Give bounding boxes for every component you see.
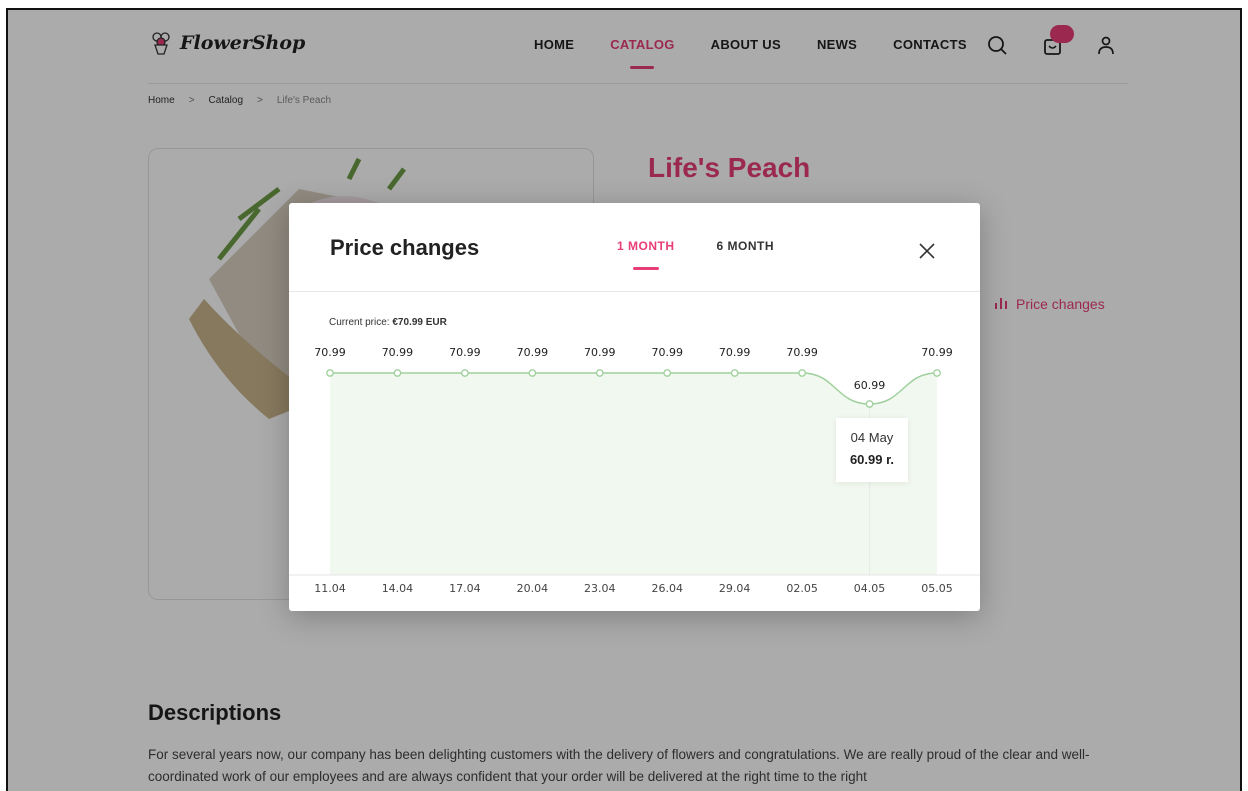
modal-header: Price changes 1 MONTH 6 MONTH	[289, 203, 980, 292]
data-point	[326, 369, 334, 377]
data-point	[461, 369, 469, 377]
x-tick-label: 23.04	[584, 582, 616, 595]
modal-title: Price changes	[330, 235, 480, 260]
x-tick-label: 11.04	[314, 582, 346, 595]
x-tick-label: 02.05	[786, 582, 818, 595]
data-label: 70.99	[651, 346, 683, 359]
data-point	[865, 400, 874, 408]
browser-frame: FlowerShop HOME CATALOG ABOUT US NEWS CO…	[6, 8, 1242, 791]
data-label: 70.99	[584, 346, 616, 359]
data-label: 70.99	[517, 346, 549, 359]
data-point	[663, 369, 672, 377]
data-point	[730, 369, 739, 377]
data-label: 70.99	[314, 346, 346, 359]
data-point	[393, 369, 402, 377]
price-changes-modal: Price changes 1 MONTH 6 MONTH Current pr…	[289, 203, 980, 611]
tab-6-month[interactable]: 6 MONTH	[717, 239, 775, 253]
x-tick-label: 29.04	[719, 582, 751, 595]
data-point	[528, 369, 537, 377]
x-tick-label: 05.05	[921, 582, 953, 595]
data-label: 70.99	[921, 346, 953, 359]
x-tick-label: 20.04	[517, 582, 549, 595]
chart-tooltip: 04 May 60.99 r.	[836, 418, 908, 482]
data-label: 70.99	[786, 346, 818, 359]
tab-1-month[interactable]: 1 MONTH	[617, 239, 675, 253]
close-icon[interactable]	[915, 239, 939, 263]
x-tick-label: 26.04	[651, 582, 683, 595]
x-tick-label: 17.04	[449, 582, 481, 595]
period-tabs: 1 MONTH 6 MONTH	[617, 239, 774, 253]
tooltip-date: 04 May	[850, 430, 894, 445]
data-label: 70.99	[719, 346, 751, 359]
data-point	[798, 369, 806, 377]
x-tick-label: 04.05	[854, 582, 886, 595]
tooltip-value: 60.99 r.	[849, 452, 895, 467]
data-label: 60.99	[854, 379, 886, 392]
data-point	[595, 369, 604, 377]
data-label: 70.99	[382, 346, 414, 359]
data-label: 70.99	[449, 346, 481, 359]
x-tick-label: 14.04	[382, 582, 414, 595]
data-point	[933, 369, 941, 377]
